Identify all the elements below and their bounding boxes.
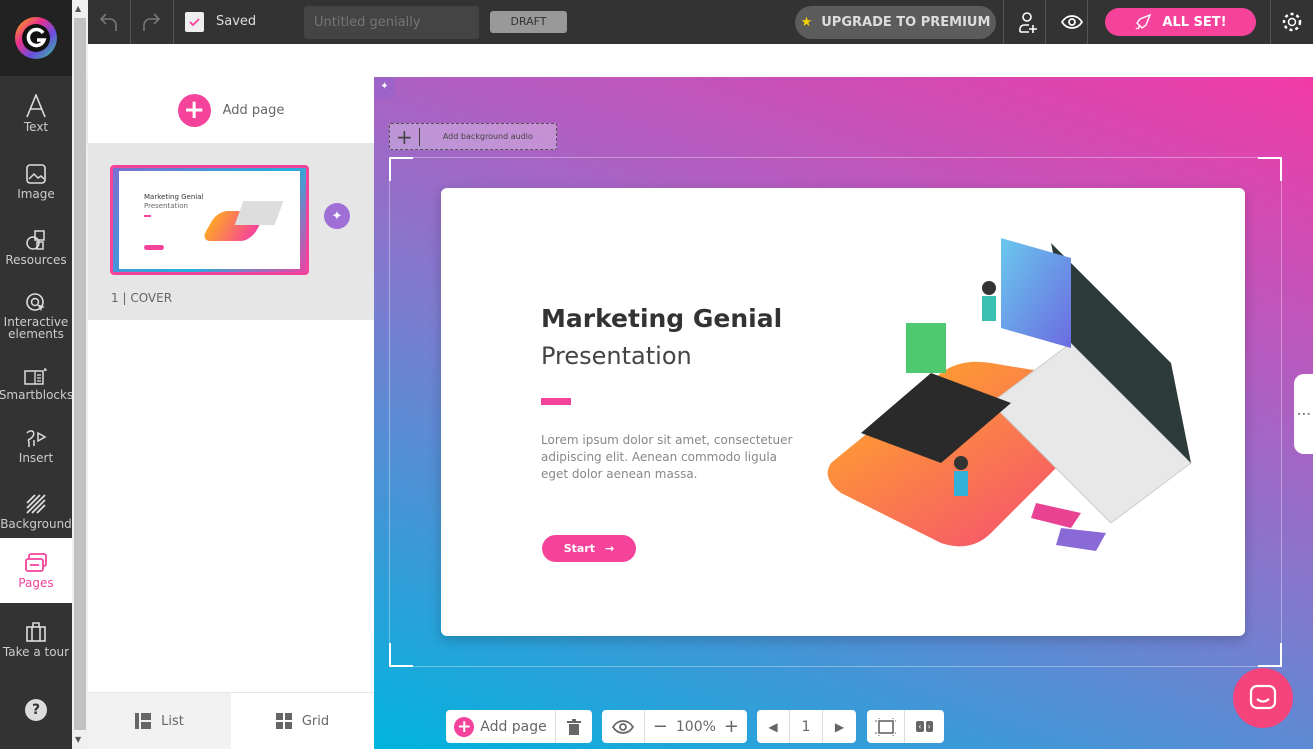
scroll-down-arrow-icon[interactable]: ▼	[75, 735, 81, 744]
upgrade-premium-button[interactable]: ★ UPGRADE TO PREMIUM	[795, 6, 996, 39]
page-thumbnail[interactable]: Marketing Genial Presentation	[110, 165, 309, 275]
sidebar-item-take-a-tour[interactable]: Take a tour	[0, 604, 72, 674]
add-background-audio-button[interactable]: + Add background audio	[389, 123, 557, 150]
pin-icon[interactable]: ✦	[374, 77, 395, 99]
view-toolbar: ‹ ›	[867, 710, 944, 743]
page-navigation: ◀ 1 ▶	[757, 710, 856, 743]
suitcase-icon	[26, 621, 46, 642]
tab-list[interactable]: List	[88, 693, 231, 749]
star-icon: ★	[800, 15, 813, 30]
gear-icon	[1282, 12, 1302, 32]
scroll-up-arrow-icon[interactable]: ▲	[75, 4, 81, 13]
chevron-left-icon: ‹	[916, 721, 924, 732]
sidebar-item-background[interactable]: Background	[0, 478, 72, 544]
sidebar-item-insert[interactable]: Insert	[0, 412, 72, 478]
preview-page-button[interactable]	[602, 710, 645, 743]
grid-icon	[275, 713, 292, 729]
add-user-icon	[1019, 12, 1037, 33]
sidebar-item-interactive-elements[interactable]: Interactive elements	[0, 280, 72, 350]
list-icon	[135, 713, 152, 729]
pages-icon	[25, 553, 47, 572]
current-page-number[interactable]: 1	[790, 710, 823, 743]
undo-icon	[99, 13, 117, 31]
trash-icon	[567, 718, 581, 735]
subtoolbar	[88, 44, 1313, 77]
add-collaborator-button[interactable]	[1017, 11, 1041, 39]
background-icon	[26, 493, 46, 514]
plus-icon: +	[390, 127, 420, 147]
sidebar-item-text[interactable]: Text	[0, 80, 72, 146]
right-panel-toggle[interactable]: ⋮	[1294, 374, 1313, 454]
image-icon	[26, 163, 46, 184]
help-button[interactable]: ?	[25, 699, 47, 721]
sidebar-item-image[interactable]: Image	[0, 148, 72, 214]
marketing-illustration	[827, 238, 1192, 551]
smartblocks-icon	[24, 367, 47, 385]
sidebar-item-resources[interactable]: Resources	[0, 214, 72, 280]
page-label: 1 | COVER	[111, 291, 173, 305]
triangle-left-icon: ◀	[768, 719, 778, 734]
draft-badge: DRAFT	[490, 11, 567, 33]
slide-title[interactable]: Marketing Genial	[541, 304, 782, 333]
preview-button[interactable]	[1060, 12, 1084, 36]
zoom-out-button[interactable]: −	[653, 716, 668, 737]
magic-wand-icon: ✦	[331, 208, 343, 224]
slide[interactable]: Marketing Genial Presentation Lorem ipsu…	[441, 188, 1245, 636]
bottom-add-page-button[interactable]: + Add page	[446, 710, 556, 743]
plus-icon: +	[177, 93, 211, 127]
view-tabs: List Grid	[88, 692, 374, 749]
interactive-icon	[26, 292, 45, 311]
redo-icon	[143, 13, 161, 31]
zoom-in-button[interactable]: +	[724, 716, 739, 737]
chat-icon	[1249, 684, 1277, 710]
sidebar-item-pages[interactable]: Pages	[0, 538, 72, 603]
sidebar-item-smartblocks[interactable]: Smartblocks	[0, 350, 73, 416]
magic-wand-button[interactable]: ✦	[324, 203, 350, 229]
pages-panel: + Add page Marketing Genial Presentation …	[88, 77, 374, 749]
page-actions-toolbar: + Add page	[446, 710, 592, 743]
chat-button[interactable]	[1233, 668, 1293, 728]
settings-button[interactable]	[1281, 11, 1303, 37]
eye-icon	[611, 719, 634, 734]
add-page-button[interactable]: + Add page	[88, 77, 374, 143]
plus-icon: +	[454, 716, 475, 737]
zoom-toolbar: −100% +	[602, 710, 747, 743]
slide-body[interactable]: Lorem ipsum dolor sit amet, consectetuer…	[541, 432, 801, 483]
zoom-level: 100%	[675, 718, 716, 735]
genially-logo[interactable]	[0, 0, 72, 76]
scrollbar-thumb[interactable]	[74, 18, 86, 730]
page-list-item[interactable]: Marketing Genial Presentation ✦ 1 | COVE…	[88, 143, 374, 320]
saved-check-icon	[185, 12, 204, 32]
eye-icon	[1060, 15, 1084, 29]
accent-bar	[541, 398, 571, 405]
code-view-button[interactable]: ‹ ›	[905, 710, 944, 743]
sidebar: Text Image Resources Interactive element…	[0, 0, 73, 749]
next-page-button[interactable]: ▶	[823, 710, 856, 743]
resources-icon	[26, 229, 45, 250]
rocket-icon	[1135, 13, 1152, 30]
tab-grid[interactable]: Grid	[231, 693, 374, 749]
slide-subtitle[interactable]: Presentation	[541, 342, 692, 370]
redo-button[interactable]	[140, 11, 162, 37]
canvas[interactable]: ✦ + Add background audio Marketing Genial…	[374, 77, 1313, 749]
title-input[interactable]	[304, 6, 479, 39]
insert-icon	[26, 429, 47, 447]
fit-screen-icon	[875, 717, 896, 736]
fit-screen-button[interactable]	[867, 710, 905, 743]
triangle-right-icon: ▶	[834, 719, 845, 734]
delete-page-button[interactable]	[556, 710, 592, 743]
undo-button[interactable]	[98, 11, 120, 37]
top-toolbar: Saved DRAFT ★UPGRADE TO PREMIUM ALL SET!	[88, 0, 1313, 44]
arrow-right-icon: →	[605, 542, 615, 555]
start-button[interactable]: Start →	[542, 535, 636, 562]
saved-status: Saved	[216, 14, 257, 29]
all-set-button[interactable]: ALL SET!	[1105, 8, 1256, 36]
text-icon	[26, 93, 46, 117]
chevron-right-icon: ›	[925, 721, 933, 732]
previous-page-button[interactable]: ◀	[757, 710, 790, 743]
